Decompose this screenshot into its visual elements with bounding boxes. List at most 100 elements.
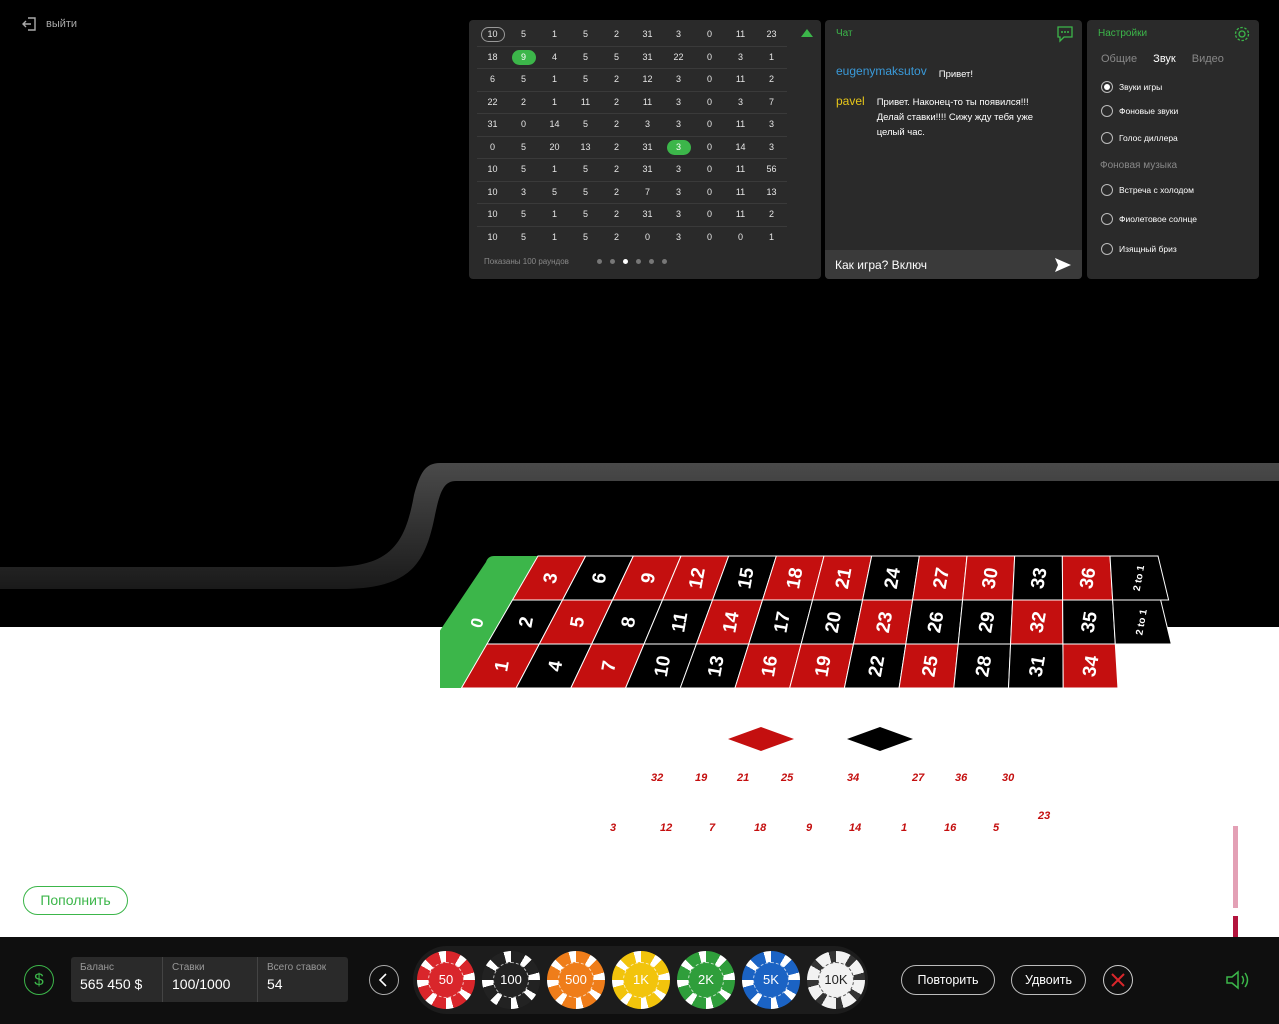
red-bet-diamond[interactable] [728,727,794,751]
history-value: 0 [706,29,712,40]
chip-1k[interactable]: 1K [612,951,670,1009]
collapse-up-icon[interactable] [801,29,813,37]
history-cell: 3 [725,95,756,110]
history-value: 5 [520,141,526,152]
racetrack-number[interactable]: 5 [993,822,999,834]
exit-button[interactable]: выйти [22,16,77,32]
history-value: 2 [613,141,619,152]
history-cell: 3 [663,185,694,200]
number-label: 21 [832,566,856,591]
racetrack-number[interactable]: 14 [849,822,861,834]
history-cell: 3 [508,185,539,200]
send-icon[interactable] [1054,257,1072,273]
radio-checked-icon[interactable] [1101,81,1113,93]
chat-input[interactable] [835,257,1054,272]
racetrack-number[interactable]: 25 [781,772,793,784]
history-value: 11 [735,29,746,40]
racetrack-number[interactable]: 9 [806,822,812,834]
history-cell: 0 [508,117,539,132]
racetrack-number[interactable]: 27 [912,772,924,784]
gear-icon[interactable] [1233,25,1251,43]
history-value: 11 [735,186,746,197]
history-cell: 3 [725,50,756,65]
racetrack-number[interactable]: 32 [651,772,663,784]
music-option[interactable]: Изящный бриз [1101,243,1177,255]
music-option[interactable]: Фиолетовое солнце [1101,213,1197,225]
chip-100[interactable]: 100 [482,951,540,1009]
chip-500[interactable]: 500 [547,951,605,1009]
tab-general[interactable]: Общие [1101,53,1137,65]
stat-label: Ставки [172,962,205,973]
racetrack-number[interactable]: 18 [754,822,766,834]
page-dot[interactable] [597,259,602,264]
history-cell: 5 [570,27,601,42]
history-value: 31 [642,164,653,175]
black-bet-diamond[interactable] [847,727,913,751]
history-cell: 31 [477,117,508,132]
radio-icon[interactable] [1101,132,1113,144]
racetrack-number[interactable]: 23 [1038,810,1050,822]
history-value: 10 [487,164,498,175]
settings-title: Настройки [1098,28,1148,39]
chip-10k[interactable]: 10K [807,951,865,1009]
speaker-icon[interactable] [1225,969,1251,991]
option-game-sounds[interactable]: Звуки игры [1101,81,1162,93]
repeat-button[interactable]: Повторить [901,965,995,995]
chip-tray: 50 100 500 1K 2K 5K 10K [413,946,868,1014]
history-cell: 1 [539,162,570,177]
page-dot[interactable] [636,259,641,264]
racetrack-number[interactable]: 1 [901,822,907,834]
radio-icon[interactable] [1101,243,1113,255]
history-value: 11 [735,119,746,130]
number-label: 34 [1079,654,1103,679]
racetrack-number[interactable]: 3 [610,822,616,834]
radio-icon[interactable] [1101,213,1113,225]
tab-sound[interactable]: Звук [1153,53,1176,65]
page-dot[interactable] [662,259,667,264]
double-button[interactable]: Удвоить [1011,965,1086,995]
number-label: 31 [1026,654,1050,679]
chat-bubble-icon[interactable] [1056,25,1074,43]
number-label: 23 [873,610,897,634]
music-option[interactable]: Встреча с холодом [1101,184,1194,196]
racetrack-number[interactable]: 7 [709,822,715,834]
history-value: 2 [520,96,526,107]
page-dot[interactable] [649,259,654,264]
chip-5k[interactable]: 5K [742,951,800,1009]
history-cell: 10 [477,207,508,222]
previous-button[interactable] [369,965,399,995]
radio-icon[interactable] [1101,105,1113,117]
option-background-sounds[interactable]: Фоновые звуки [1101,105,1178,117]
page-dot[interactable] [623,259,628,264]
radio-icon[interactable] [1101,184,1113,196]
history-cell: 2 [601,207,632,222]
history-value: 2 [613,119,619,130]
page-dot[interactable] [610,259,615,264]
history-value: 2 [613,29,619,40]
history-value: 0 [706,186,712,197]
option-dealer-voice[interactable]: Голос диллера [1101,132,1178,144]
racetrack-number[interactable]: 21 [737,772,749,784]
chip-50[interactable]: 50 [417,951,475,1009]
history-value: 3 [768,119,774,130]
history-value: 11 [580,96,591,107]
chip-label: 2K [688,962,724,998]
history-cell: 0 [725,230,756,245]
cancel-bets-button[interactable] [1103,965,1133,995]
history-cell: 11 [725,72,756,87]
racetrack-number[interactable]: 36 [955,772,967,784]
history-value: 5 [582,164,588,175]
tab-video[interactable]: Видео [1192,53,1224,65]
dollar-icon[interactable]: $ [24,965,54,995]
racetrack-number[interactable]: 34 [847,772,859,784]
racetrack-number[interactable]: 19 [695,772,707,784]
history-value: 0 [489,141,495,152]
racetrack-number[interactable]: 16 [944,822,956,834]
history-value: 3 [675,209,681,220]
history-cell: 22 [663,50,694,65]
history-cell: 11 [725,185,756,200]
topup-button[interactable]: Пополнить [23,886,128,915]
chip-2k[interactable]: 2K [677,951,735,1009]
racetrack-number[interactable]: 12 [660,822,672,834]
racetrack-number[interactable]: 30 [1002,772,1014,784]
